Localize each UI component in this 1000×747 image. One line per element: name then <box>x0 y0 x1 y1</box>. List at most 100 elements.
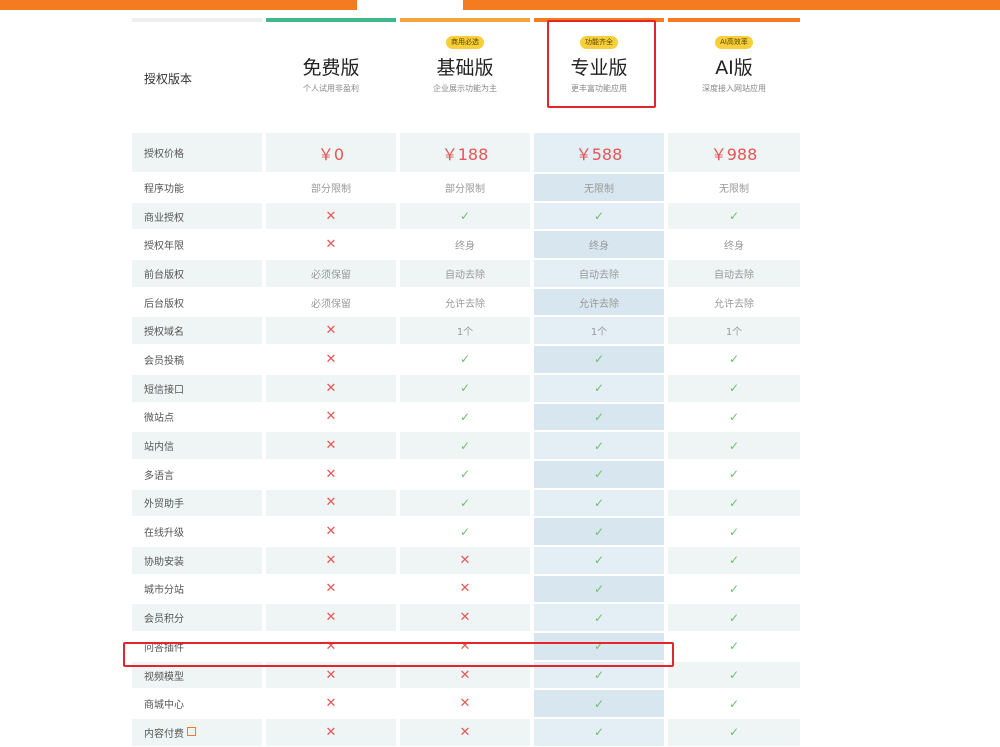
check-icon: ✓ <box>593 553 605 568</box>
feature-cell-basic: ✓ <box>400 346 530 373</box>
feature-label: 授权年限 <box>132 231 262 259</box>
feature-label-text: 会员积分 <box>144 614 184 626</box>
feature-cell-ai: ✓ <box>668 690 800 718</box>
feature-row: 会员投稿 ✕ ✓ ✓ ✓ <box>132 345 800 374</box>
check-icon: ✓ <box>728 696 740 711</box>
feature-cell-pro: ✓ <box>534 546 664 574</box>
check-icon: ✓ <box>593 467 605 482</box>
feature-cell-free: 必须保留 <box>266 288 396 316</box>
feature-label-text: 协助安装 <box>144 556 184 568</box>
active-top-tab[interactable] <box>357 0 463 10</box>
check-icon: ✓ <box>728 409 740 424</box>
cross-icon: ✕ <box>459 724 471 740</box>
plan-header-basic: 商用必选 基础版 企业展示功能为主 <box>400 22 530 128</box>
feature-cell-basic: ✓ <box>400 202 530 230</box>
cross-icon: ✕ <box>459 552 471 568</box>
feature-label-text: 程序功能 <box>144 183 184 195</box>
feature-label-text: 商业授权 <box>144 212 184 224</box>
feature-cell-pro: ✓ <box>534 460 664 488</box>
feature-row: 后台版权 必须保留 允许去除 允许去除 允许去除 <box>132 288 800 317</box>
check-icon: ✓ <box>728 467 740 482</box>
plan-badge-basic: 商用必选 <box>446 36 484 49</box>
feature-label-text: 在线升级 <box>144 528 184 540</box>
check-icon: ✓ <box>459 381 471 396</box>
feature-label: 在线升级 <box>132 518 262 545</box>
check-icon: ✓ <box>593 668 605 683</box>
feature-cell-ai: ✓ <box>668 633 800 660</box>
feature-row: 站内信 ✕ ✓ ✓ ✓ <box>132 431 800 460</box>
feature-cell-basic: 1个 <box>400 317 530 345</box>
price-row: 授权价格 ￥0 ￥188 ￥588 ￥988 <box>132 132 800 173</box>
feature-label-text: 外贸助手 <box>144 499 184 511</box>
check-icon: ✓ <box>459 209 471 224</box>
cross-icon: ✕ <box>325 208 337 224</box>
feature-cell-free: ✕ <box>266 690 396 718</box>
feature-label: 微站点 <box>132 403 262 431</box>
top-orange-bar <box>0 0 1000 10</box>
cross-icon: ✕ <box>459 581 471 597</box>
feature-label-text: 城市分站 <box>144 585 184 597</box>
feature-cell-free: ✕ <box>266 604 396 631</box>
check-icon: ✓ <box>593 495 605 510</box>
feature-cell-free: 必须保留 <box>266 260 396 287</box>
check-icon: ✓ <box>728 581 740 596</box>
feature-cell-basic: ✓ <box>400 403 530 431</box>
cross-icon: ✕ <box>325 409 337 425</box>
cross-icon: ✕ <box>325 495 337 511</box>
feature-label-text: 授权年限 <box>144 241 184 253</box>
feature-cell-free: ✕ <box>266 231 396 259</box>
feature-row: 城市分站 ✕ ✕ ✓ ✓ <box>132 575 800 604</box>
check-icon: ✓ <box>593 409 605 424</box>
feature-cell-ai: ✓ <box>668 374 800 402</box>
feature-label: 会员积分 <box>132 604 262 631</box>
check-icon: ✓ <box>593 381 605 396</box>
cross-icon: ✕ <box>325 524 337 540</box>
feature-label: 站内信 <box>132 432 262 459</box>
feature-label: 后台版权 <box>132 288 262 316</box>
feature-row: 多语言 ✕ ✓ ✓ ✓ <box>132 460 800 489</box>
feature-cell-free: ✕ <box>266 403 396 431</box>
feature-cell-ai: 自动去除 <box>668 260 800 287</box>
check-icon: ✓ <box>593 725 605 740</box>
feature-label: 协助安装 <box>132 546 262 574</box>
feature-cell-basic: 部分限制 <box>400 174 530 201</box>
badge-spacer <box>266 22 396 49</box>
feature-cell-free: ✕ <box>266 489 396 517</box>
feature-label: 授权域名 <box>132 317 262 345</box>
feature-cell-free: ✕ <box>266 518 396 545</box>
plan-name-basic: 基础版 <box>436 57 494 79</box>
feature-label-text: 站内信 <box>144 442 174 454</box>
cross-icon: ✕ <box>325 696 337 712</box>
feature-cell-pro: 允许去除 <box>534 288 664 316</box>
check-icon: ✓ <box>593 438 605 453</box>
feature-cell-ai: ✓ <box>668 575 800 603</box>
feature-cell-ai: ✓ <box>668 546 800 574</box>
feature-cell-basic: ✕ <box>400 604 530 631</box>
external-link-icon[interactable] <box>187 726 196 736</box>
feature-cell-free: ✕ <box>266 546 396 574</box>
feature-cell-basic: ✓ <box>400 518 530 545</box>
feature-cell-ai: ✓ <box>668 202 800 230</box>
video-model-row-highlight-box <box>123 642 674 667</box>
feature-row: 会员积分 ✕ ✕ ✓ ✓ <box>132 603 800 632</box>
feature-cell-ai: ✓ <box>668 604 800 631</box>
feature-cell-free: ✕ <box>266 460 396 488</box>
feature-cell-ai: ✓ <box>668 432 800 459</box>
check-icon: ✓ <box>459 409 471 424</box>
feature-cell-ai: 1个 <box>668 317 800 345</box>
feature-cell-pro: ✓ <box>534 202 664 230</box>
feature-cell-free: ✕ <box>266 374 396 402</box>
pro-plan-highlight-box <box>547 20 656 108</box>
plan-header-ai: AI高效率 AI版 深度接入网站应用 <box>668 22 800 128</box>
feature-label-text: 内容付费 <box>144 728 184 740</box>
plan-desc-ai: 深度接入网站应用 <box>702 84 766 93</box>
feature-cell-ai: ✓ <box>668 518 800 545</box>
cross-icon: ✕ <box>459 667 471 683</box>
cross-icon: ✕ <box>325 552 337 568</box>
feature-row: 微站点 ✕ ✓ ✓ ✓ <box>132 403 800 432</box>
feature-cell-ai: ✓ <box>668 346 800 373</box>
check-icon: ✓ <box>459 467 471 482</box>
feature-label: 外贸助手 <box>132 489 262 517</box>
feature-cell-free: ✕ <box>266 719 396 746</box>
cross-icon: ✕ <box>325 323 337 339</box>
